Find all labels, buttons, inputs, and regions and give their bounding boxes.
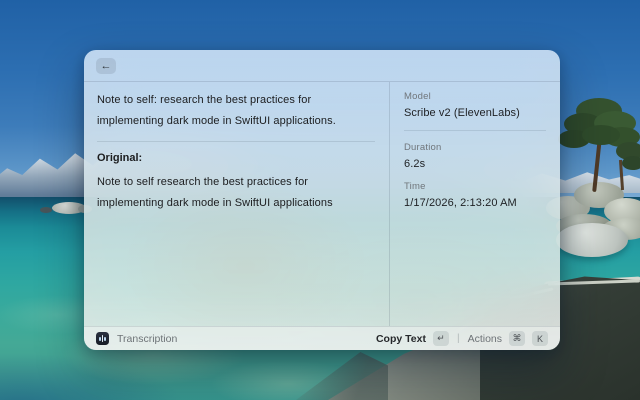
k-key-icon[interactable]: K [532, 331, 548, 346]
enhanced-transcript-text: Note to self: research the best practice… [97, 94, 336, 127]
return-key-icon[interactable]: ↵ [432, 331, 449, 346]
footer-separator: | [456, 333, 460, 344]
footer-actions: Copy Text ↵ | Actions ⌘ K [376, 331, 548, 346]
window-footer: Transcription Copy Text ↵ | Actions ⌘ K [84, 326, 560, 350]
app-name-label: Transcription [117, 332, 178, 345]
command-key-icon[interactable]: ⌘ [509, 331, 525, 346]
actions-button[interactable]: Actions [468, 333, 502, 345]
back-button[interactable]: ← [96, 58, 116, 74]
window-header: ← [84, 50, 560, 82]
window-body: Note to self: research the best practice… [84, 82, 560, 326]
time-label: Time [404, 181, 426, 192]
duration-value: 6.2s [404, 158, 426, 170]
transcript-pane: Note to self: research the best practice… [84, 82, 390, 326]
pine-tree [558, 98, 640, 198]
copy-text-button[interactable]: Copy Text [376, 333, 426, 345]
waveform-app-icon [96, 332, 109, 345]
time-value: 1/17/2026, 2:13:20 AM [404, 197, 517, 209]
divider [97, 141, 375, 142]
model-label: Model [404, 91, 431, 102]
metadata-sidebar: Model Scribe v2 (ElevenLabs) Duration 6.… [390, 82, 560, 326]
back-arrow-icon: ← [100, 59, 112, 72]
white-boulder [556, 223, 628, 257]
original-section-label: Original: [97, 152, 143, 164]
shore-rock [40, 207, 52, 213]
desktop: ← Note to self: research the best practi… [0, 0, 640, 400]
transcription-window: ← Note to self: research the best practi… [84, 50, 560, 350]
original-transcript-text: Note to self research the best practices… [97, 176, 333, 209]
model-value: Scribe v2 (ElevenLabs) [404, 107, 520, 119]
app-identity: Transcription [96, 332, 177, 345]
duration-label: Duration [404, 142, 442, 153]
divider [404, 130, 546, 131]
